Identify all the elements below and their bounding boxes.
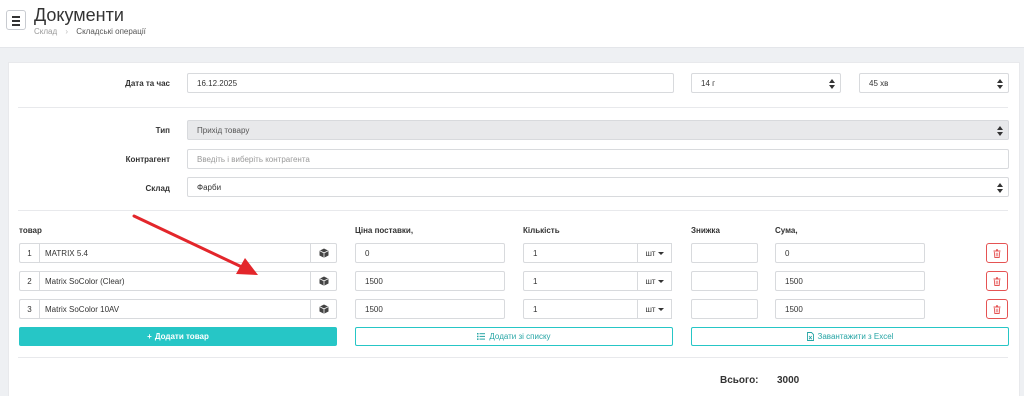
unit-label: шт (645, 248, 656, 258)
minute-value: 45 хв (869, 78, 889, 88)
discount-input[interactable] (691, 299, 758, 319)
total-label: Всього: (720, 375, 759, 386)
delete-row-button[interactable] (986, 271, 1008, 291)
product-catalog-button[interactable] (311, 271, 337, 291)
add-product-label: Додати товар (154, 332, 209, 341)
unit-dropdown[interactable]: шт (638, 243, 672, 263)
delete-row-button[interactable] (986, 243, 1008, 263)
caret-down-icon (657, 279, 664, 283)
sum-input[interactable]: 1500 (775, 299, 925, 319)
select-caret-icon (997, 183, 1003, 193)
select-caret-icon (997, 79, 1003, 89)
discount-input[interactable] (691, 243, 758, 263)
page-title: Документи (34, 5, 124, 25)
plus-icon: + (147, 332, 152, 341)
warehouse-select[interactable]: Фарби (187, 177, 1009, 197)
unit-label: шт (645, 304, 656, 314)
hour-select[interactable]: 14 г (691, 73, 841, 93)
column-header-sum: Сума, (775, 226, 798, 235)
product-catalog-button[interactable] (311, 243, 337, 263)
column-header-quantity: Кількість (523, 226, 560, 235)
trash-icon (993, 276, 1001, 286)
hamburger-icon (12, 16, 20, 18)
total-value: 3000 (777, 375, 800, 386)
minute-select[interactable]: 45 хв (859, 73, 1009, 93)
add-from-list-button[interactable]: Додати зі списку (355, 327, 673, 346)
box-icon (319, 248, 328, 258)
import-excel-button[interactable]: Завантажити з Excel (691, 327, 1009, 346)
divider (18, 357, 1008, 358)
add-product-button[interactable]: + Додати товар (19, 327, 337, 346)
unit-dropdown[interactable]: шт (638, 271, 672, 291)
delete-row-button[interactable] (986, 299, 1008, 319)
breadcrumb-item-operations: Складські операції (76, 27, 146, 36)
quantity-input[interactable]: 1 (523, 299, 638, 319)
warehouse-label: Склад (145, 184, 171, 193)
unit-label: шт (645, 276, 656, 286)
sum-input[interactable]: 1500 (775, 271, 925, 291)
counterparty-label: Контрагент (125, 155, 170, 164)
select-caret-icon (997, 126, 1003, 136)
top-bar: Документи Склад › Складські операції (0, 0, 1024, 48)
type-value: Прихід товару (197, 125, 250, 135)
column-header-product: товар (19, 226, 42, 235)
box-icon (319, 276, 328, 286)
type-label: Тип (155, 126, 170, 135)
add-from-list-label: Додати зі списку (489, 332, 551, 341)
date-input[interactable]: 16.12.2025 (187, 73, 674, 93)
warehouse-value: Фарби (197, 182, 222, 192)
column-header-discount: Знижка (691, 226, 720, 235)
row-number: 3 (19, 299, 39, 319)
price-input[interactable]: 1500 (355, 271, 505, 291)
price-input[interactable]: 0 (355, 243, 505, 263)
sum-input[interactable]: 0 (775, 243, 925, 263)
box-icon (319, 304, 328, 314)
product-catalog-button[interactable] (311, 299, 337, 319)
price-input[interactable]: 1500 (355, 299, 505, 319)
list-icon (477, 333, 486, 340)
quantity-input[interactable]: 1 (523, 243, 638, 263)
counterparty-input[interactable]: Введіть і виберіть контрагента (187, 149, 1009, 169)
caret-down-icon (657, 251, 664, 255)
hour-value: 14 г (701, 78, 716, 88)
type-select: Прихід товару (187, 120, 1009, 140)
trash-icon (993, 304, 1001, 314)
unit-dropdown[interactable]: шт (638, 299, 672, 319)
row-number: 1 (19, 243, 39, 263)
quantity-input[interactable]: 1 (523, 271, 638, 291)
chevron-right-icon: › (65, 27, 69, 36)
divider (18, 107, 1008, 108)
divider (18, 210, 1008, 211)
discount-input[interactable] (691, 271, 758, 291)
product-input[interactable]: Matrix SoColor (Clear) (39, 271, 311, 291)
breadcrumb-item-warehouse[interactable]: Склад (34, 27, 57, 36)
row-number: 2 (19, 271, 39, 291)
select-caret-icon (829, 79, 835, 89)
import-excel-label: Завантажити з Excel (817, 332, 894, 341)
datetime-label: Дата та час (125, 79, 170, 88)
product-input[interactable]: MATRIX 5.4 (39, 243, 311, 263)
column-header-price: Ціна поставки, (355, 226, 414, 235)
caret-down-icon (657, 307, 664, 311)
product-input[interactable]: Matrix SoColor 10AV (39, 299, 311, 319)
excel-file-icon (806, 332, 814, 341)
menu-toggle-button[interactable] (6, 10, 26, 30)
trash-icon (993, 248, 1001, 258)
breadcrumb: Склад › Складські операції (34, 27, 146, 36)
